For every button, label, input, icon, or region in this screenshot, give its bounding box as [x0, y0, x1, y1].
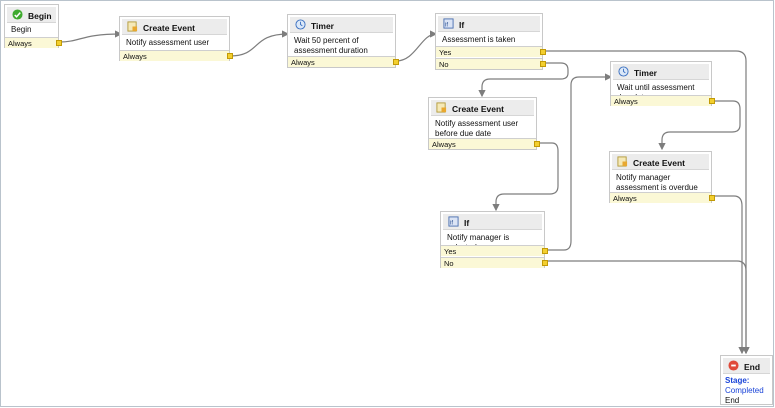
node-timer-1[interactable]: Timer Wait 50 percent of assessment dura…: [287, 14, 399, 68]
condition-icon: if: [443, 18, 454, 29]
node-create-event-3[interactable]: Create Event Notify manager assessment i…: [609, 151, 715, 203]
output-port[interactable]: [709, 98, 715, 104]
node-header: Timer: [290, 17, 393, 33]
node-description: Begin: [11, 25, 32, 34]
node-timer-2[interactable]: Timer Wait until assessment due date Alw…: [610, 61, 715, 106]
event-icon: [436, 102, 447, 113]
workflow-canvas: Begin Begin Always Create Event Notify a…: [0, 0, 774, 407]
output-port[interactable]: [540, 61, 546, 67]
output-port[interactable]: [542, 248, 548, 254]
row-label: Always: [8, 39, 32, 48]
output-port[interactable]: [56, 40, 62, 46]
row-label: No: [439, 60, 449, 69]
svg-text:if: if: [445, 22, 448, 28]
node-begin[interactable]: Begin Begin Always: [4, 4, 62, 48]
row-label: Always: [432, 140, 456, 149]
node-create-event-2[interactable]: Create Event Notify assessment user befo…: [428, 97, 540, 150]
node-row-always: Always: [429, 138, 540, 149]
clock-icon: [618, 66, 629, 77]
node-description: Assessment is taken: [442, 35, 516, 44]
connector-timer-create: [658, 100, 741, 151]
connector-timer-if: [395, 30, 438, 62]
connector-create-timer: [229, 30, 290, 57]
node-title: End: [744, 362, 761, 372]
node-title: If: [464, 218, 470, 228]
node-header: Create Event: [122, 19, 227, 35]
condition-icon: if: [448, 216, 459, 227]
node-header: End: [723, 358, 770, 374]
node-title: If: [459, 20, 465, 30]
node-row-always: Always: [610, 192, 715, 203]
node-row-no: No: [436, 58, 546, 69]
stage-label: Stage:: [725, 376, 750, 385]
node-description: Wait 50 percent of assessment duration: [294, 36, 368, 55]
output-port[interactable]: [709, 195, 715, 201]
node-row-always: Always: [288, 56, 399, 67]
node-if-2[interactable]: if If Notify manager is selected Yes No: [440, 211, 548, 268]
node-header: Create Event: [612, 154, 709, 170]
connector-create-if: [492, 142, 559, 212]
connector-create-end: [712, 195, 746, 355]
node-title: Timer: [311, 21, 334, 31]
output-port[interactable]: [534, 141, 540, 147]
node-header: Timer: [613, 64, 709, 80]
node-header: Create Event: [431, 100, 534, 116]
connector-begin-create: [58, 30, 123, 43]
node-row-yes: Yes: [441, 245, 548, 256]
node-title: Create Event: [633, 158, 685, 168]
row-label: Always: [614, 97, 638, 106]
node-body: Stage: Completed End: [725, 376, 768, 406]
row-label: Yes: [444, 247, 457, 256]
row-label: No: [444, 259, 454, 268]
node-title: Timer: [634, 68, 657, 78]
node-row-always: Always: [611, 95, 715, 106]
start-green-icon: [12, 9, 23, 20]
node-header: Begin: [7, 7, 56, 23]
node-description: End: [725, 396, 740, 405]
row-label: Always: [123, 52, 147, 61]
stop-red-icon: [728, 360, 739, 371]
node-row-always: Always: [120, 50, 233, 61]
node-title: Create Event: [143, 23, 195, 33]
output-port[interactable]: [540, 49, 546, 55]
event-icon: [617, 156, 628, 167]
connector-if-yes-timer: [545, 73, 613, 251]
svg-text:if: if: [450, 220, 453, 226]
node-title: Begin: [28, 11, 52, 21]
node-create-event-1[interactable]: Create Event Notify assessment user Alwa…: [119, 16, 233, 61]
node-description: Notify assessment user: [126, 38, 210, 47]
node-description: Notify manager assessment is overdue: [616, 173, 698, 192]
node-header: if If: [443, 214, 542, 230]
node-header: if If: [438, 16, 540, 32]
connector-if-no-end: [545, 260, 750, 355]
node-description: Notify assessment user before due date: [435, 119, 519, 138]
node-row-no: No: [441, 257, 548, 268]
row-label: Always: [613, 194, 637, 203]
row-label: Yes: [439, 48, 452, 57]
output-port[interactable]: [542, 260, 548, 266]
output-port[interactable]: [393, 59, 399, 65]
node-if-1[interactable]: if If Assessment is taken Yes No: [435, 13, 546, 70]
row-label: Always: [291, 58, 315, 67]
node-title: Create Event: [452, 104, 504, 114]
node-row-yes: Yes: [436, 46, 546, 57]
event-icon: [127, 21, 138, 32]
output-port[interactable]: [227, 53, 233, 59]
node-row-always: Always: [5, 37, 62, 48]
node-end[interactable]: End Stage: Completed End: [720, 355, 773, 405]
clock-icon: [295, 19, 306, 30]
stage-value: Completed: [725, 386, 764, 395]
